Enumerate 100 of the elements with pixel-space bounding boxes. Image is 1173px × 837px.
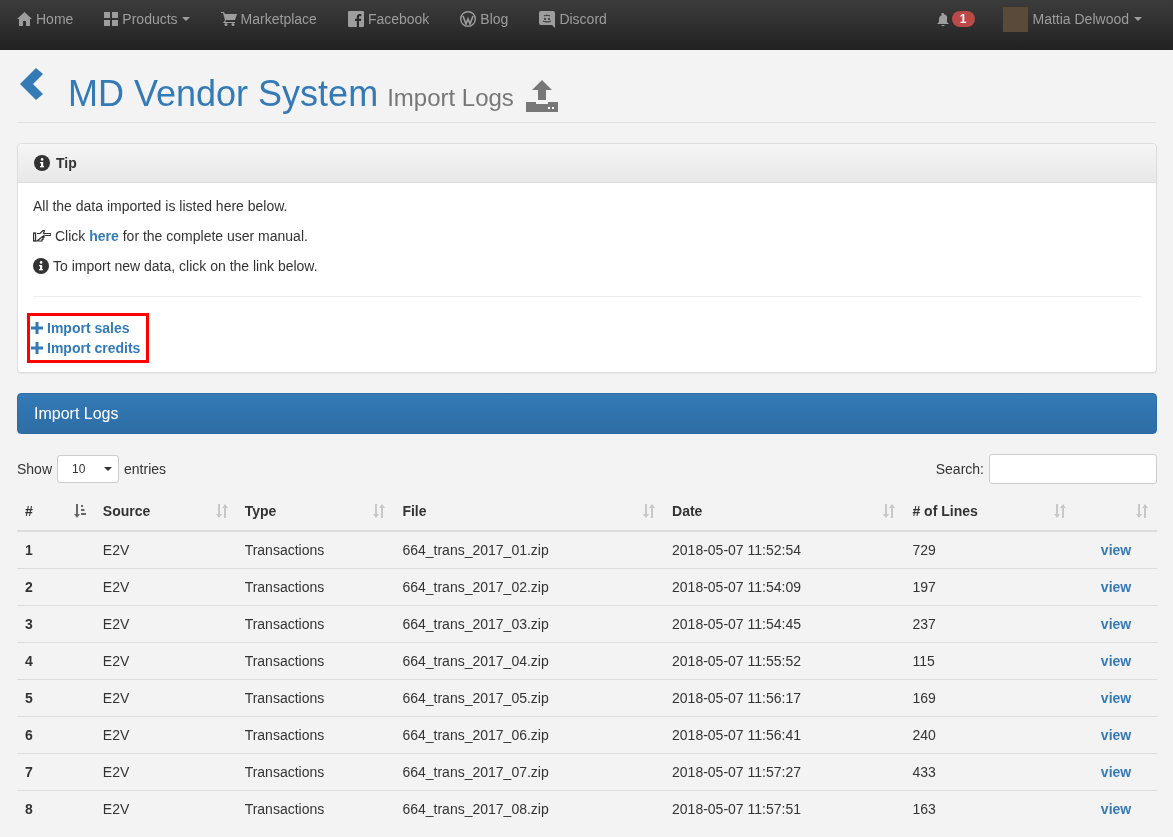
table-cell: 664_trans_2017_06.zip (394, 716, 665, 754)
tip-text: To import new data, click on the link below. (53, 258, 318, 274)
nav-link[interactable]: Products (104, 11, 190, 39)
table-cell: 664_trans_2017_02.zip (394, 568, 665, 606)
upload-icon (525, 80, 558, 112)
search-label: Search: (935, 461, 984, 477)
table-cell: 169 (904, 679, 1076, 717)
search-field[interactable] (989, 454, 1157, 484)
table-cell: E2V (94, 716, 237, 754)
view-link[interactable]: view (1100, 727, 1132, 743)
section-title: Import Logs (34, 404, 119, 423)
info-icon (34, 155, 50, 171)
table-cell: 1 (17, 531, 95, 569)
caret-icon (1134, 17, 1142, 21)
nav-link[interactable]: Blog (460, 11, 509, 39)
back-chevron-icon[interactable] (20, 68, 44, 100)
table-cell: 2018-05-07 11:54:09 (664, 568, 905, 606)
page-subtitle: Import Logs (387, 84, 514, 112)
cart-icon (220, 12, 237, 26)
table-cell: Transactions (236, 531, 395, 569)
table-cell: 664_trans_2017_01.zip (394, 531, 665, 569)
view-link[interactable]: view (1100, 653, 1132, 669)
discord-icon (539, 10, 556, 28)
table-cell: E2V (94, 642, 237, 680)
column-header[interactable]: File (394, 492, 665, 531)
table-cell: 2018-05-07 11:54:45 (664, 605, 905, 643)
table-cell: 4 (17, 642, 95, 680)
view-link[interactable]: view (1100, 764, 1132, 780)
facebook-icon (347, 11, 364, 27)
table-cell: 237 (904, 605, 1076, 643)
table-cell: 6 (17, 716, 95, 754)
table-cell: 2018-05-07 11:57:51 (664, 790, 905, 827)
table-cell: 197 (904, 568, 1076, 606)
table-cell: Transactions (236, 605, 395, 643)
user-menu[interactable]: Mattia Delwood (1002, 6, 1142, 44)
bell-icon[interactable] (936, 12, 949, 26)
table-cell: 8 (17, 790, 95, 827)
table-cell: 729 (904, 531, 1076, 569)
view-link[interactable]: view (1100, 690, 1132, 706)
column-header[interactable]: # (17, 492, 95, 531)
import-link[interactable]: Import sales (31, 318, 141, 338)
tip-text: Click here for the complete user manual. (55, 228, 308, 244)
table-cell: Transactions (236, 790, 395, 827)
import-link[interactable]: Import credits (31, 338, 141, 358)
nav-link[interactable]: Discord (539, 10, 607, 40)
table-cell: 2018-05-07 11:56:17 (664, 679, 905, 717)
table-cell: E2V (94, 605, 237, 643)
panel-title: Tip (56, 155, 77, 171)
table-cell: 3 (17, 605, 95, 643)
table-cell: 7 (17, 753, 95, 791)
view-link[interactable]: view (1100, 579, 1132, 595)
table-cell: 115 (904, 642, 1076, 680)
nav-link[interactable]: Marketplace (220, 11, 317, 39)
table-cell: 664_trans_2017_04.zip (394, 642, 665, 680)
table-cell: Transactions (236, 679, 395, 717)
info-icon (33, 258, 49, 274)
table-cell: Transactions (236, 568, 395, 606)
plus-icon (31, 342, 43, 354)
table-cell: 2 (17, 568, 95, 606)
caret-icon (104, 467, 113, 471)
table-cell: 664_trans_2017_05.zip (394, 679, 665, 717)
table-cell: 433 (904, 753, 1076, 791)
nav-link[interactable]: Home (17, 11, 74, 39)
table-cell: 163 (904, 790, 1076, 827)
table-cell: 2018-05-07 11:56:41 (664, 716, 905, 754)
length-label: Show (17, 461, 53, 477)
view-link[interactable]: view (1100, 542, 1132, 558)
home-icon (17, 12, 32, 26)
table-cell: E2V (94, 531, 237, 569)
page-title: MD Vendor System (68, 76, 379, 112)
table-cell: 2018-05-07 11:52:54 (664, 531, 905, 569)
notification-badge: 1 (951, 11, 975, 27)
avatar-placeholder (1002, 6, 1028, 32)
table-cell: 2018-05-07 11:55:52 (664, 642, 905, 680)
table-cell: Transactions (236, 716, 395, 754)
grid-icon (104, 12, 119, 26)
table-cell: 664_trans_2017_07.zip (394, 753, 665, 791)
table-cell: E2V (94, 679, 237, 717)
table-cell: 240 (904, 716, 1076, 754)
entries-select[interactable]: 10 (57, 455, 120, 483)
table-cell: Transactions (236, 642, 395, 680)
manual-link[interactable]: here (89, 228, 119, 244)
pointing-hand-icon (33, 230, 51, 242)
column-header[interactable]: Type (236, 492, 395, 531)
view-link[interactable]: view (1100, 616, 1132, 632)
table-cell: 664_trans_2017_08.zip (394, 790, 665, 827)
table-cell: E2V (94, 790, 237, 827)
nav-link[interactable]: Facebook (347, 11, 430, 39)
column-header[interactable]: Source (94, 492, 237, 531)
column-header[interactable]: # of Lines (904, 492, 1076, 531)
length-label: entries (124, 461, 167, 477)
table-cell: E2V (94, 753, 237, 791)
tip-text: All the data imported is listed here below. (33, 198, 288, 214)
view-link[interactable]: view (1100, 801, 1132, 817)
wordpress-icon (460, 11, 477, 27)
table-cell: Transactions (236, 753, 395, 791)
table-cell: E2V (94, 568, 237, 606)
table-cell: 2018-05-07 11:57:27 (664, 753, 905, 791)
table-cell: 5 (17, 679, 95, 717)
column-header[interactable]: Date (664, 492, 905, 531)
